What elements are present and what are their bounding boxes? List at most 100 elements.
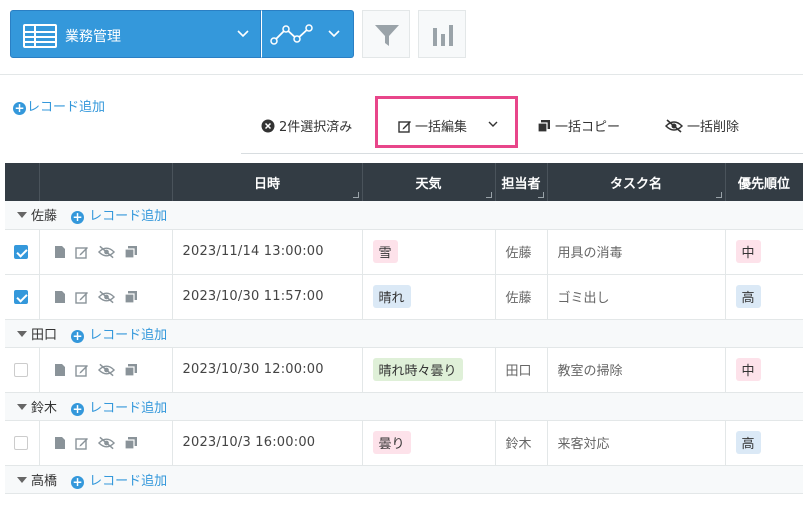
cell-datetime: 2023/10/3 16:00:00	[172, 420, 363, 466]
priority-tag: 高	[735, 285, 761, 308]
header-checkbox-col	[5, 163, 40, 201]
edit-icon[interactable]	[74, 436, 89, 450]
copy-icon	[537, 120, 550, 133]
eye-off-icon[interactable]	[97, 363, 115, 377]
group-name: 佐藤	[31, 209, 58, 225]
group-row: 佐藤 + レコード追加	[5, 201, 803, 230]
row-checkbox[interactable]	[14, 362, 28, 377]
edit-icon[interactable]	[74, 245, 89, 259]
record-table: 日時 天気 担当者 タスク名 優先順位 佐藤 + レコード追加 2023/11/1…	[5, 163, 803, 523]
cell-task: 用具の消毒	[547, 229, 726, 275]
cell-priority: 高	[725, 420, 803, 466]
add-record-link[interactable]: + レコード追加	[13, 96, 105, 115]
table-row: 2023/10/30 11:57:00 晴れ 佐藤 ゴミ出し高	[5, 274, 803, 320]
plus-circle-icon: +	[71, 328, 85, 343]
row-checkbox[interactable]	[14, 244, 28, 259]
weather-tag: 曇り	[372, 431, 411, 454]
row-actions	[39, 347, 173, 393]
group-name: 高橋	[31, 473, 58, 489]
header-task[interactable]: タスク名	[547, 163, 726, 201]
cell-datetime: 2023/11/14 13:00:00	[172, 229, 363, 275]
document-icon[interactable]	[54, 245, 66, 259]
cell-datetime: 2023/10/30 12:00:00	[172, 347, 363, 393]
copy-icon[interactable]	[123, 245, 138, 259]
view-name: 業務管理	[65, 29, 121, 45]
bulk-delete-button[interactable]: 一括削除	[664, 116, 739, 135]
row-actions	[39, 420, 173, 466]
group-add-record-link[interactable]: + レコード追加	[71, 209, 167, 225]
copy-icon[interactable]	[123, 436, 138, 450]
chevron-down-icon	[328, 30, 340, 38]
row-actions	[39, 229, 173, 275]
bulk-action-bar: 2件選択済み 一括編集 一括コピー 一括削除	[241, 96, 803, 154]
graph-icon	[270, 24, 313, 45]
table-row: 2023/11/14 13:00:00 雪 佐藤 用具の消毒中	[5, 229, 803, 275]
table-row: 2023/10/30 12:00:00 晴れ時々曇り 田口 教室の掃除中	[5, 347, 803, 393]
copy-icon[interactable]	[123, 363, 138, 377]
plus-circle-icon: +	[71, 210, 85, 225]
header-priority[interactable]: 優先順位	[725, 163, 803, 201]
edit-icon[interactable]	[74, 363, 89, 377]
bulk-copy-button[interactable]: 一括コピー	[537, 116, 620, 135]
cell-datetime: 2023/10/30 11:57:00	[172, 274, 363, 320]
cell-weather: 晴れ時々曇り	[362, 347, 496, 393]
graph-button[interactable]	[418, 10, 466, 58]
row-checkbox[interactable]	[14, 289, 28, 304]
header-actions-col	[39, 163, 173, 201]
selected-count[interactable]: 2件選択済み	[261, 116, 352, 135]
group-name: 田口	[31, 327, 58, 343]
copy-icon[interactable]	[123, 290, 138, 304]
priority-tag: 高	[735, 431, 761, 454]
header-person[interactable]: 担当者	[495, 163, 548, 201]
bar-chart-icon	[433, 25, 453, 46]
cell-weather: 晴れ	[362, 274, 496, 320]
chevron-down-icon	[488, 121, 498, 127]
cell-weather: 雪	[362, 229, 496, 275]
eye-off-icon[interactable]	[97, 436, 115, 450]
weather-tag: 雪	[372, 240, 398, 263]
caret-down-icon[interactable]	[17, 476, 27, 483]
edit-icon	[398, 121, 411, 133]
eye-off-icon[interactable]	[97, 290, 115, 304]
cell-priority: 中	[725, 347, 803, 393]
chevron-down-icon	[237, 30, 249, 38]
group-add-record-link[interactable]: + レコード追加	[71, 474, 167, 489]
group-add-record-link[interactable]: + レコード追加	[71, 401, 167, 416]
edit-icon[interactable]	[74, 290, 89, 304]
cell-task: ゴミ出し	[547, 274, 726, 320]
eye-off-icon[interactable]	[97, 245, 115, 259]
group-row: 高橋 + レコード追加	[5, 465, 803, 494]
cell-person: 佐藤	[495, 229, 548, 275]
filter-button[interactable]	[362, 10, 410, 58]
row-actions	[39, 274, 173, 320]
group-row: 鈴木 + レコード追加	[5, 392, 803, 421]
table-row: 2023/10/3 16:00:00 曇り 鈴木 来客対応高	[5, 420, 803, 466]
priority-tag: 中	[735, 240, 761, 263]
group-name: 鈴木	[31, 400, 58, 416]
group-add-record-link[interactable]: + レコード追加	[71, 328, 167, 343]
bulk-edit-button[interactable]: 一括編集	[375, 96, 518, 148]
document-icon[interactable]	[54, 436, 66, 450]
cell-weather: 曇り	[362, 420, 496, 466]
plus-circle-icon: +	[13, 101, 26, 115]
cell-person: 佐藤	[495, 274, 548, 320]
header-datetime[interactable]: 日時	[172, 163, 363, 201]
top-toolbar: 業務管理	[0, 0, 803, 75]
header-weather[interactable]: 天気	[362, 163, 496, 201]
graph-selector[interactable]	[261, 10, 354, 58]
caret-down-icon[interactable]	[17, 403, 27, 410]
view-selector[interactable]: 業務管理	[10, 10, 261, 58]
group-row: 田口 + レコード追加	[5, 319, 803, 348]
cell-person: 鈴木	[495, 420, 548, 466]
cell-task: 教室の掃除	[547, 347, 726, 393]
cell-priority: 高	[725, 274, 803, 320]
filter-icon	[375, 25, 399, 46]
priority-tag: 中	[735, 358, 761, 381]
document-icon[interactable]	[54, 363, 66, 377]
document-icon[interactable]	[54, 290, 66, 304]
weather-tag: 晴れ	[372, 285, 411, 308]
caret-down-icon[interactable]	[17, 330, 27, 337]
eye-off-icon	[664, 119, 684, 133]
caret-down-icon[interactable]	[17, 212, 27, 219]
row-checkbox[interactable]	[14, 435, 28, 450]
